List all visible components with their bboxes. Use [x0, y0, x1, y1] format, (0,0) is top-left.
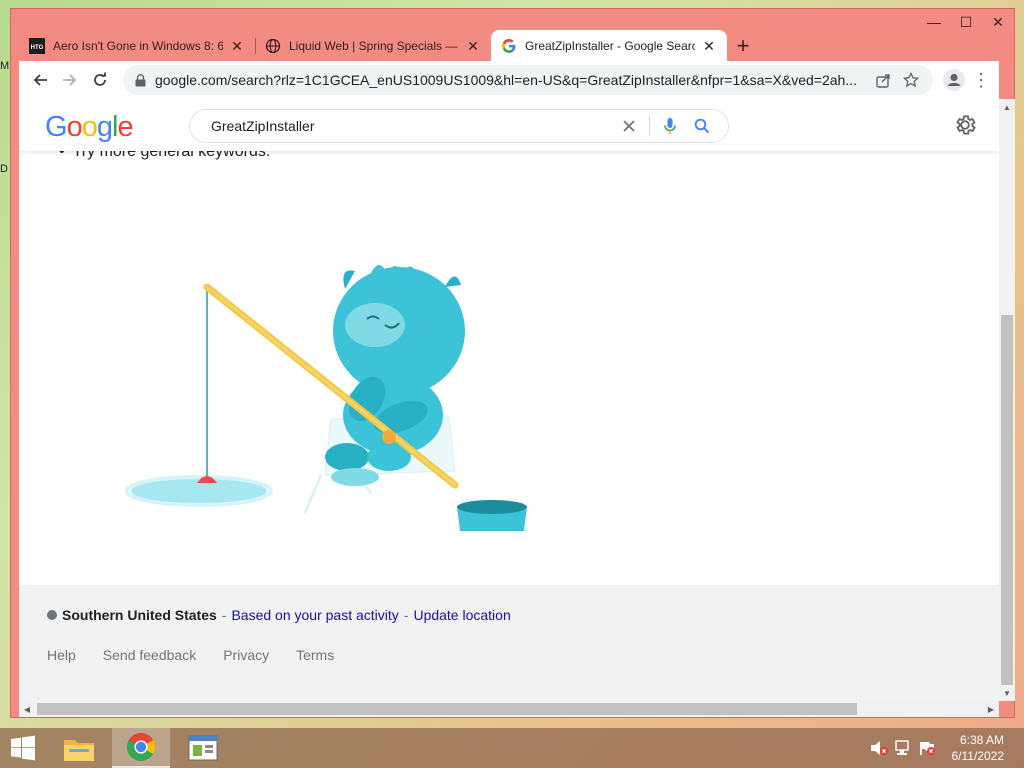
minimize-button[interactable]: —	[918, 9, 950, 35]
arrow-right-icon	[63, 74, 77, 86]
new-tab-button[interactable]: +	[727, 30, 759, 62]
lock-icon[interactable]	[133, 73, 147, 87]
arrow-left-icon	[33, 74, 47, 86]
logo-letter: e	[117, 111, 133, 143]
send-feedback-link[interactable]: Send feedback	[103, 647, 196, 663]
htg-icon-text: HTG	[31, 45, 44, 51]
maximize-button[interactable]: ☐	[950, 9, 982, 35]
tab-google-search[interactable]: GreatZipInstaller - Google Search ✕	[491, 30, 727, 62]
address-bar[interactable]: google.com/search?rlz=1C1GCEA_enUS1009US…	[123, 65, 933, 95]
close-icon[interactable]: ✕	[465, 38, 481, 54]
desktop-glyph: M	[0, 60, 10, 72]
scroll-right-icon[interactable]: ▶	[983, 701, 999, 717]
horizontal-scrollbar[interactable]: ◀ ▶	[19, 701, 999, 717]
search-box[interactable]: GreatZipInstaller	[189, 109, 729, 143]
tab-title: Aero Isn't Gone in Windows 8: 6	[53, 39, 223, 53]
system-tray: 6:38 AM 6/11/2022	[866, 728, 1005, 768]
control-panel-icon[interactable]	[174, 728, 232, 768]
scroll-up-icon[interactable]: ▲	[999, 99, 1015, 115]
google-g-icon	[501, 38, 517, 54]
htg-icon: HTG	[29, 38, 45, 54]
scroll-down-icon[interactable]: ▼	[999, 685, 1015, 701]
footer-links: Help Send feedback Privacy Terms	[47, 647, 334, 663]
location-line: Southern United States - Based on your p…	[47, 607, 511, 623]
privacy-link[interactable]: Privacy	[223, 647, 269, 663]
close-icon[interactable]: ✕	[701, 38, 717, 54]
update-location-link[interactable]: Update location	[413, 607, 510, 623]
start-button[interactable]	[0, 728, 46, 768]
terms-link[interactable]: Terms	[296, 647, 334, 663]
forward-button[interactable]	[55, 65, 85, 95]
windows-logo-icon	[11, 735, 35, 761]
tab-title: GreatZipInstaller - Google Search	[525, 39, 695, 53]
clock-date: 6/11/2022	[951, 749, 1005, 763]
clock-time: 6:38 AM	[959, 733, 1004, 747]
browser-window: — ☐ ✕ HTG Aero Isn't Gone in Windows 8: …	[10, 8, 1015, 718]
logo-letter: o	[66, 111, 83, 143]
browser-toolbar: google.com/search?rlz=1C1GCEA_enUS1009US…	[19, 61, 999, 99]
tab-title: Liquid Web | Spring Specials — I	[289, 39, 459, 53]
logo-letter: G	[45, 111, 68, 143]
google-logo[interactable]: Google	[45, 111, 134, 144]
fishing-monster-illustration	[125, 265, 527, 531]
chrome-icon[interactable]	[112, 728, 170, 768]
location-dot-icon	[47, 610, 57, 620]
clock[interactable]: 6:38 AM 6/11/2022	[952, 732, 1005, 764]
more-options-icon[interactable]: ⋮	[969, 65, 993, 95]
tab-aero[interactable]: HTG Aero Isn't Gone in Windows 8: 6 ✕	[19, 30, 255, 62]
location-region: Southern United States	[62, 607, 217, 623]
profile-icon[interactable]	[939, 65, 969, 95]
reload-icon	[94, 72, 106, 86]
search-input[interactable]: GreatZipInstaller	[211, 118, 613, 134]
window-controls: — ☐ ✕	[918, 9, 1014, 37]
bookmark-star-icon[interactable]	[897, 66, 925, 94]
close-icon[interactable]: ✕	[229, 38, 245, 54]
vertical-scrollbar[interactable]: ▲ ▼	[999, 99, 1015, 701]
help-link[interactable]: Help	[47, 647, 76, 663]
action-center-icon[interactable]	[916, 737, 938, 759]
separator: -	[403, 607, 409, 623]
url-text[interactable]: google.com/search?rlz=1C1GCEA_enUS1009US…	[155, 72, 869, 88]
page-footer: Southern United States - Based on your p…	[19, 585, 999, 701]
taskbar: 6:38 AM 6/11/2022	[0, 728, 1024, 768]
microphone-icon[interactable]	[654, 111, 686, 141]
divider	[649, 115, 650, 137]
google-header: Google GreatZipInstaller	[19, 99, 999, 151]
tab-strip: HTG Aero Isn't Gone in Windows 8: 6 ✕ Li…	[19, 20, 759, 62]
gear-icon[interactable]	[953, 113, 977, 137]
file-explorer-icon[interactable]	[50, 728, 108, 768]
tab-liquid-web[interactable]: Liquid Web | Spring Specials — I ✕	[255, 30, 491, 62]
globe-icon	[265, 38, 281, 54]
reload-button[interactable]	[85, 65, 115, 95]
clear-icon[interactable]	[613, 111, 645, 141]
share-icon[interactable]	[869, 66, 897, 94]
page-content: Google GreatZipInstaller Try more g	[19, 99, 999, 701]
scroll-thumb[interactable]	[37, 703, 857, 715]
search-icon[interactable]	[686, 111, 718, 141]
back-button[interactable]	[25, 65, 55, 95]
close-window-button[interactable]: ✕	[982, 9, 1014, 35]
logo-letter: g	[96, 111, 113, 143]
scroll-left-icon[interactable]: ◀	[19, 701, 35, 717]
scroll-thumb[interactable]	[1001, 315, 1013, 685]
volume-muted-icon[interactable]	[868, 737, 890, 759]
logo-letter: o	[81, 111, 98, 143]
separator: -	[221, 607, 227, 623]
network-icon[interactable]	[892, 737, 914, 759]
desktop-glyph: D	[0, 163, 8, 175]
past-activity-link[interactable]: Based on your past activity	[231, 607, 398, 623]
